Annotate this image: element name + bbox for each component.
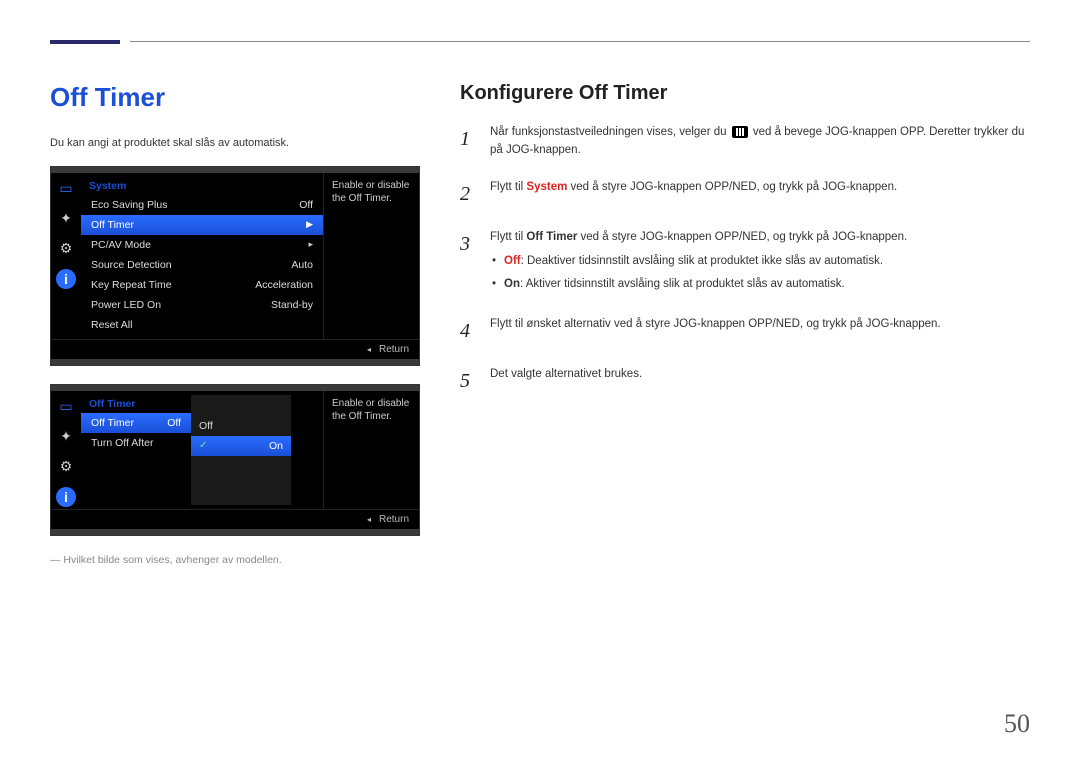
page-number: 50 <box>1004 709 1030 739</box>
back-arrow-icon: ◂ <box>367 515 371 524</box>
footnote: ― Hvilket bilde som vises, avhenger av m… <box>50 554 420 566</box>
step-number: 2 <box>460 178 476 210</box>
osd-help-text: Enable or disable the Off Timer. <box>323 391 419 509</box>
step-bullet: On: Aktiver tidsinnstilt avslåing slik a… <box>490 275 1030 293</box>
osd-sub-header: Off Timer <box>81 395 191 413</box>
configure-title: Konfigurere Off Timer <box>460 82 1030 105</box>
info-icon: i <box>56 269 76 289</box>
target-icon: ✦ <box>56 427 76 447</box>
step-body: Flytt til System ved å styre JOG-knappen… <box>490 178 1030 210</box>
osd-help-text: Enable or disable the Off Timer. <box>323 173 419 339</box>
osd-option[interactable]: ✓On <box>191 436 291 456</box>
osd-row[interactable]: Power LED OnStand-by <box>81 295 323 315</box>
osd-row[interactable]: Eco Saving PlusOff <box>81 195 323 215</box>
osd-option[interactable]: Off <box>191 416 291 436</box>
back-arrow-icon: ◂ <box>367 345 371 354</box>
monitor-icon: ▭ <box>56 179 76 199</box>
osd-row[interactable]: Key Repeat TimeAcceleration <box>81 275 323 295</box>
menu-icon <box>732 126 748 138</box>
step-item: 3Flytt til Off Timer ved å styre JOG-kna… <box>460 228 1030 297</box>
gear-icon: ⚙ <box>56 457 76 477</box>
step-number: 5 <box>460 365 476 397</box>
step-body: Det valgte alternativet brukes. <box>490 365 1030 397</box>
step-body: Flytt til ønsket alternativ ved å styre … <box>490 315 1030 347</box>
step-item: 4 Flytt til ønsket alternativ ved å styre… <box>460 315 1030 347</box>
osd-offtimer-menu: ▭ ✦ ⚙ i Off Timer Off TimerOffTurn Off A… <box>50 384 420 536</box>
step-item: 1 Når funksjonstastveiledningen vises, ve… <box>460 123 1030 160</box>
target-icon: ✦ <box>56 209 76 229</box>
section-title: Off Timer <box>50 82 420 113</box>
osd-header: System <box>81 177 323 195</box>
osd-row[interactable]: Off TimerOff <box>81 413 191 433</box>
header-rule <box>50 40 1030 42</box>
osd-row[interactable]: Off Timer▶ <box>81 215 323 235</box>
step-body: Når funksjonstastveiledningen vises, vel… <box>490 123 1030 160</box>
osd-row[interactable]: Source DetectionAuto <box>81 255 323 275</box>
step-number: 4 <box>460 315 476 347</box>
return-label: Return <box>379 514 409 525</box>
monitor-icon: ▭ <box>56 397 76 417</box>
step-body: Flytt til Off Timer ved å styre JOG-knap… <box>490 228 1030 297</box>
osd-row[interactable]: PC/AV Mode▸ <box>81 235 323 255</box>
step-number: 3 <box>460 228 476 297</box>
step-item: 5 Det valgte alternativet brukes. <box>460 365 1030 397</box>
gear-icon: ⚙ <box>56 239 76 259</box>
osd-row[interactable]: Turn Off After <box>81 433 191 453</box>
osd-system-menu: ▭ ✦ ⚙ i System Eco Saving PlusOffOff Tim… <box>50 166 420 366</box>
osd-row[interactable]: Reset All <box>81 315 323 335</box>
intro-text: Du kan angi at produktet skal slås av au… <box>50 135 420 152</box>
return-label: Return <box>379 344 409 355</box>
info-icon: i <box>56 487 76 507</box>
step-bullet: Off: Deaktiver tidsinnstilt avslåing sli… <box>490 252 1030 270</box>
step-item: 2 Flytt til System ved å styre JOG-knappe… <box>460 178 1030 210</box>
step-number: 1 <box>460 123 476 160</box>
